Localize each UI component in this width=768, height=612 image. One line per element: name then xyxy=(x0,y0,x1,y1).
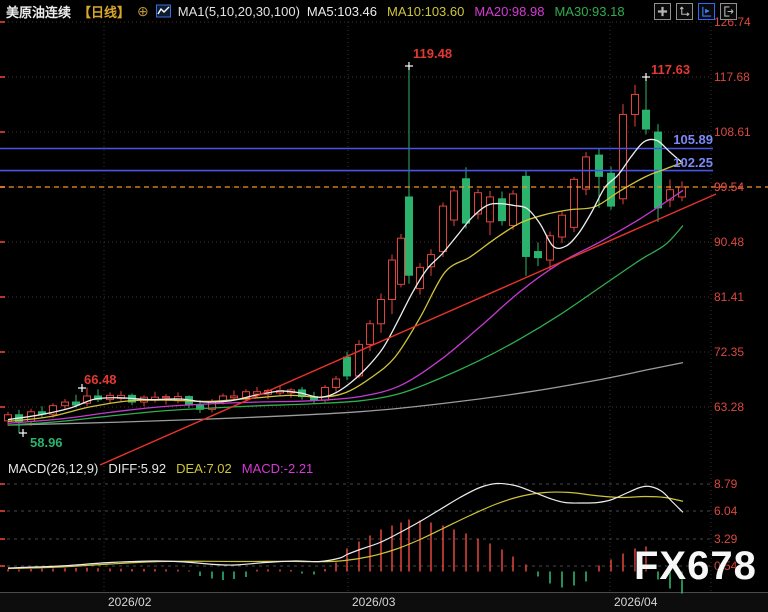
extreme-price-label: 58.96 xyxy=(30,435,63,450)
extreme-price-label: 117.63 xyxy=(651,62,690,77)
price-axis-label: 81.41 xyxy=(714,290,744,304)
macd-axis-label: 8.79 xyxy=(714,477,737,491)
price-axis-label: 63.28 xyxy=(714,400,744,414)
exit-icon[interactable] xyxy=(720,3,737,20)
gridlines xyxy=(0,22,711,592)
trading-chart-window: 美原油连续 【日线】 ⊕ MA1(5,10,20,30,100) MA5:103… xyxy=(0,0,768,612)
month-label: 2026/02 xyxy=(108,595,151,609)
ma-value-readout: MA10:103.60 xyxy=(387,4,464,19)
level-line-label[interactable]: 102.25 xyxy=(653,155,713,170)
extreme-price-label: 119.48 xyxy=(413,46,452,61)
expand-icon[interactable]: ⊕ xyxy=(137,4,149,18)
level-line-label[interactable]: 105.89 xyxy=(653,132,713,147)
macd-dea-readout: DEA:7.02 xyxy=(176,461,232,476)
axis-icon[interactable] xyxy=(676,3,693,20)
ma-settings-label: MA1(5,10,20,30,100) xyxy=(178,4,300,19)
chart-icon[interactable] xyxy=(698,3,715,20)
month-label: 2026/03 xyxy=(352,595,395,609)
extreme-price-label: 66.48 xyxy=(84,372,117,387)
ma-indicator-icon xyxy=(156,4,171,18)
move-icon[interactable] xyxy=(654,3,671,20)
macd-header: MACD(26,12,9) DIFF:5.92 DEA:7.02 MACD:-2… xyxy=(8,461,313,476)
price-axis-label: 108.61 xyxy=(714,125,751,139)
chart-header: 美原油连续 【日线】 ⊕ MA1(5,10,20,30,100) MA5:103… xyxy=(0,0,768,22)
period-label[interactable]: 【日线】 xyxy=(78,2,130,21)
price-axis-label: 72.35 xyxy=(714,345,744,359)
macd-histogram xyxy=(7,520,683,594)
ma-value-readout: MA5:103.46 xyxy=(307,4,377,19)
macd-axis-label: 6.04 xyxy=(714,504,737,518)
ma-value-readout: MA30:93.18 xyxy=(554,4,624,19)
macd-diff-readout: DIFF:5.92 xyxy=(108,461,166,476)
price-axis-label: 117.68 xyxy=(714,70,750,84)
chart-toolbar xyxy=(654,3,737,20)
price-axis-label: 90.48 xyxy=(714,235,744,249)
instrument-title[interactable]: 美原油连续 xyxy=(6,2,71,21)
watermark: FX678 xyxy=(634,544,757,589)
ma-values-readout: MA5:103.46 MA10:103.60 MA20:98.98 MA30:93.1… xyxy=(307,4,635,19)
macd-lines xyxy=(8,483,683,568)
chart-canvas[interactable] xyxy=(0,0,768,612)
macd-settings-label: MACD(26,12,9) xyxy=(8,461,98,476)
macd-value-readout: MACD:-2.21 xyxy=(242,461,314,476)
current-price-label: 99.54 xyxy=(714,180,744,194)
month-label: 2026/04 xyxy=(614,595,657,609)
ma-value-readout: MA20:98.98 xyxy=(474,4,544,19)
